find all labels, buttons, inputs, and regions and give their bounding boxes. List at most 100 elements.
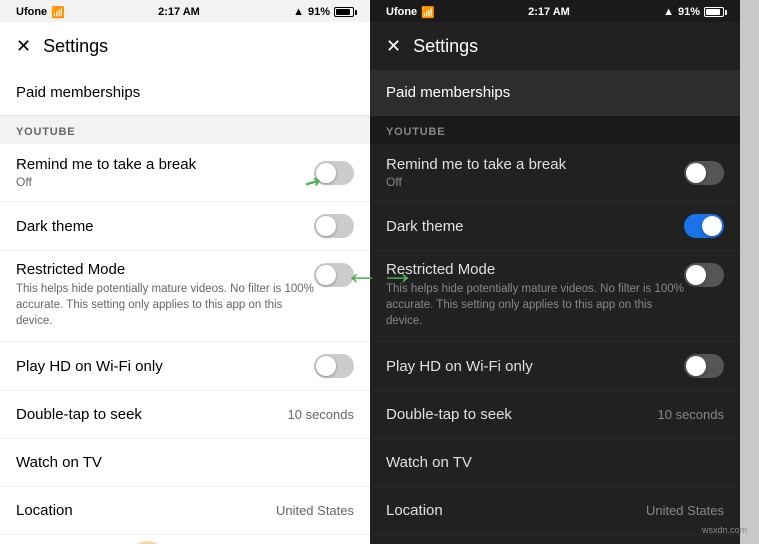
setting-remind-sub-light: Off: [16, 175, 314, 189]
setting-restricted-label-dark: Restricted Mode: [386, 261, 684, 278]
setting-hd-content-light: Play HD on Wi-Fi only: [16, 358, 314, 375]
setting-remind-content-light: Remind me to take a break Off: [16, 156, 314, 189]
battery-fill-dark: [706, 9, 720, 15]
toggle-knob-remind-dark: [686, 163, 706, 183]
setting-doubletap-light[interactable]: Double-tap to seek 10 seconds: [0, 391, 370, 439]
toggle-restricted-dark[interactable]: [684, 263, 724, 287]
status-left-light: Ufone 📶: [16, 6, 65, 19]
status-right-light: ▲ 91%: [293, 6, 354, 18]
setting-watch-label-dark: Watch on TV: [386, 454, 472, 471]
setting-stats-dark[interactable]: Stats for nerds: [370, 535, 740, 544]
setting-watch-label-light: Watch on TV: [16, 454, 102, 471]
right-arrow-icon: →: [380, 254, 416, 290]
setting-restricted-label-light: Restricted Mode: [16, 261, 314, 278]
paid-memberships-light[interactable]: Paid memberships: [0, 70, 370, 116]
wifi-icon-dark: 📶: [421, 6, 435, 19]
carrier-light: Ufone: [16, 6, 47, 18]
toggle-hd-dark[interactable]: [684, 354, 724, 378]
toggle-dark-dark[interactable]: [684, 214, 724, 238]
youtube-section-dark: YOUTUBE: [370, 116, 740, 144]
toggle-knob-restricted-dark: [686, 265, 706, 285]
setting-remind-label-dark: Remind me to take a break: [386, 156, 684, 173]
setting-remind-light[interactable]: Remind me to take a break Off: [0, 144, 370, 202]
setting-location-label-dark: Location: [386, 502, 443, 519]
setting-watch-dark[interactable]: Watch on TV: [370, 439, 740, 487]
setting-hd-label-light: Play HD on Wi-Fi only: [16, 358, 314, 375]
signal-icon-dark: ▲: [663, 6, 674, 18]
setting-restricted-content-light: Restricted Mode This helps hide potentia…: [16, 261, 314, 329]
setting-restricted-light[interactable]: Restricted Mode This helps hide potentia…: [0, 251, 370, 342]
settings-content-dark: Paid memberships YOUTUBE Remind me to ta…: [370, 70, 740, 544]
paid-memberships-dark[interactable]: Paid memberships: [370, 70, 740, 116]
watermark: wsxdn.com: [702, 525, 747, 536]
setting-location-value-dark: United States: [646, 503, 724, 518]
battery-fill-light: [336, 9, 350, 15]
toggle-knob-hd-dark: [686, 356, 706, 376]
battery-percent-light: 91%: [308, 6, 330, 18]
light-phone: Ufone 📶 2:17 AM ▲ 91% ✕ Settings Paid me…: [0, 0, 370, 544]
setting-stats-light[interactable]: Stats for nerds A Appuals: [0, 535, 370, 544]
header-title-light: Settings: [43, 36, 108, 57]
header-dark: ✕ Settings: [370, 22, 740, 70]
setting-hd-dark[interactable]: Play HD on Wi-Fi only: [370, 342, 740, 391]
carrier-dark: Ufone: [386, 6, 417, 18]
setting-hd-content-dark: Play HD on Wi-Fi only: [386, 358, 684, 375]
toggle-knob-hd-light: [316, 356, 336, 376]
toggle-knob-dark-light: [316, 216, 336, 236]
battery-percent-dark: 91%: [678, 6, 700, 18]
status-bar-light: Ufone 📶 2:17 AM ▲ 91%: [0, 0, 370, 22]
setting-doubletap-value-light: 10 seconds: [288, 407, 355, 422]
main-container: Ufone 📶 2:17 AM ▲ 91% ✕ Settings Paid me…: [0, 0, 759, 544]
toggle-remind-dark[interactable]: [684, 161, 724, 185]
setting-location-label-light: Location: [16, 502, 73, 519]
setting-watch-light[interactable]: Watch on TV: [0, 439, 370, 487]
time-dark: 2:17 AM: [528, 6, 570, 18]
toggle-knob-remind-light: [316, 163, 336, 183]
header-title-dark: Settings: [413, 36, 478, 57]
youtube-section-light: YOUTUBE: [0, 116, 370, 144]
setting-location-light[interactable]: Location United States: [0, 487, 370, 535]
setting-remind-sub-dark: Off: [386, 175, 684, 189]
setting-restricted-dark[interactable]: Restricted Mode This helps hide potentia…: [370, 251, 740, 342]
left-arrow-icon: ←: [344, 254, 380, 290]
toggle-knob-dark-dark: [702, 216, 722, 236]
setting-location-dark[interactable]: Location United States: [370, 487, 740, 535]
setting-dark-theme-light[interactable]: Dark theme ↗: [0, 202, 370, 251]
setting-location-value-light: United States: [276, 503, 354, 518]
header-light: ✕ Settings: [0, 22, 370, 70]
toggle-knob-restricted-light: [316, 265, 336, 285]
close-button-dark[interactable]: ✕: [386, 36, 401, 57]
setting-doubletap-dark[interactable]: Double-tap to seek 10 seconds: [370, 391, 740, 439]
setting-doubletap-label-dark: Double-tap to seek: [386, 406, 512, 423]
setting-restricted-desc-light: This helps hide potentially mature video…: [16, 281, 314, 329]
setting-dark-content-dark: Dark theme: [386, 218, 684, 235]
toggle-hd-light[interactable]: [314, 354, 354, 378]
setting-doubletap-label-light: Double-tap to seek: [16, 406, 142, 423]
setting-dark-label-dark: Dark theme: [386, 218, 684, 235]
setting-restricted-desc-dark: This helps hide potentially mature video…: [386, 281, 684, 329]
setting-remind-content-dark: Remind me to take a break Off: [386, 156, 684, 189]
toggle-dark-light[interactable]: [314, 214, 354, 238]
status-right-dark: ▲ 91%: [663, 6, 724, 18]
dark-phone: Ufone 📶 2:17 AM ▲ 91% ✕ Settings Paid me…: [370, 0, 740, 544]
battery-icon-dark: [704, 7, 724, 17]
setting-remind-label-light: Remind me to take a break: [16, 156, 314, 173]
status-bar-dark: Ufone 📶 2:17 AM ▲ 91%: [370, 0, 740, 22]
setting-dark-label-light: Dark theme: [16, 218, 314, 235]
setting-dark-content-light: Dark theme: [16, 218, 314, 235]
wifi-icon-light: 📶: [51, 6, 65, 19]
battery-icon-light: [334, 7, 354, 17]
settings-content-light: Paid memberships YOUTUBE Remind me to ta…: [0, 70, 370, 544]
setting-remind-dark[interactable]: Remind me to take a break Off: [370, 144, 740, 202]
setting-doubletap-value-dark: 10 seconds: [658, 407, 725, 422]
signal-icon-light: ▲: [293, 6, 304, 18]
status-left-dark: Ufone 📶: [386, 6, 435, 19]
close-button-light[interactable]: ✕: [16, 36, 31, 57]
setting-restricted-content-dark: Restricted Mode This helps hide potentia…: [386, 261, 684, 329]
setting-dark-theme-dark[interactable]: Dark theme: [370, 202, 740, 251]
toggle-remind-light[interactable]: [314, 161, 354, 185]
setting-hd-light[interactable]: Play HD on Wi-Fi only: [0, 342, 370, 391]
setting-hd-label-dark: Play HD on Wi-Fi only: [386, 358, 684, 375]
middle-arrows: ← →: [344, 254, 416, 290]
time-light: 2:17 AM: [158, 6, 200, 18]
